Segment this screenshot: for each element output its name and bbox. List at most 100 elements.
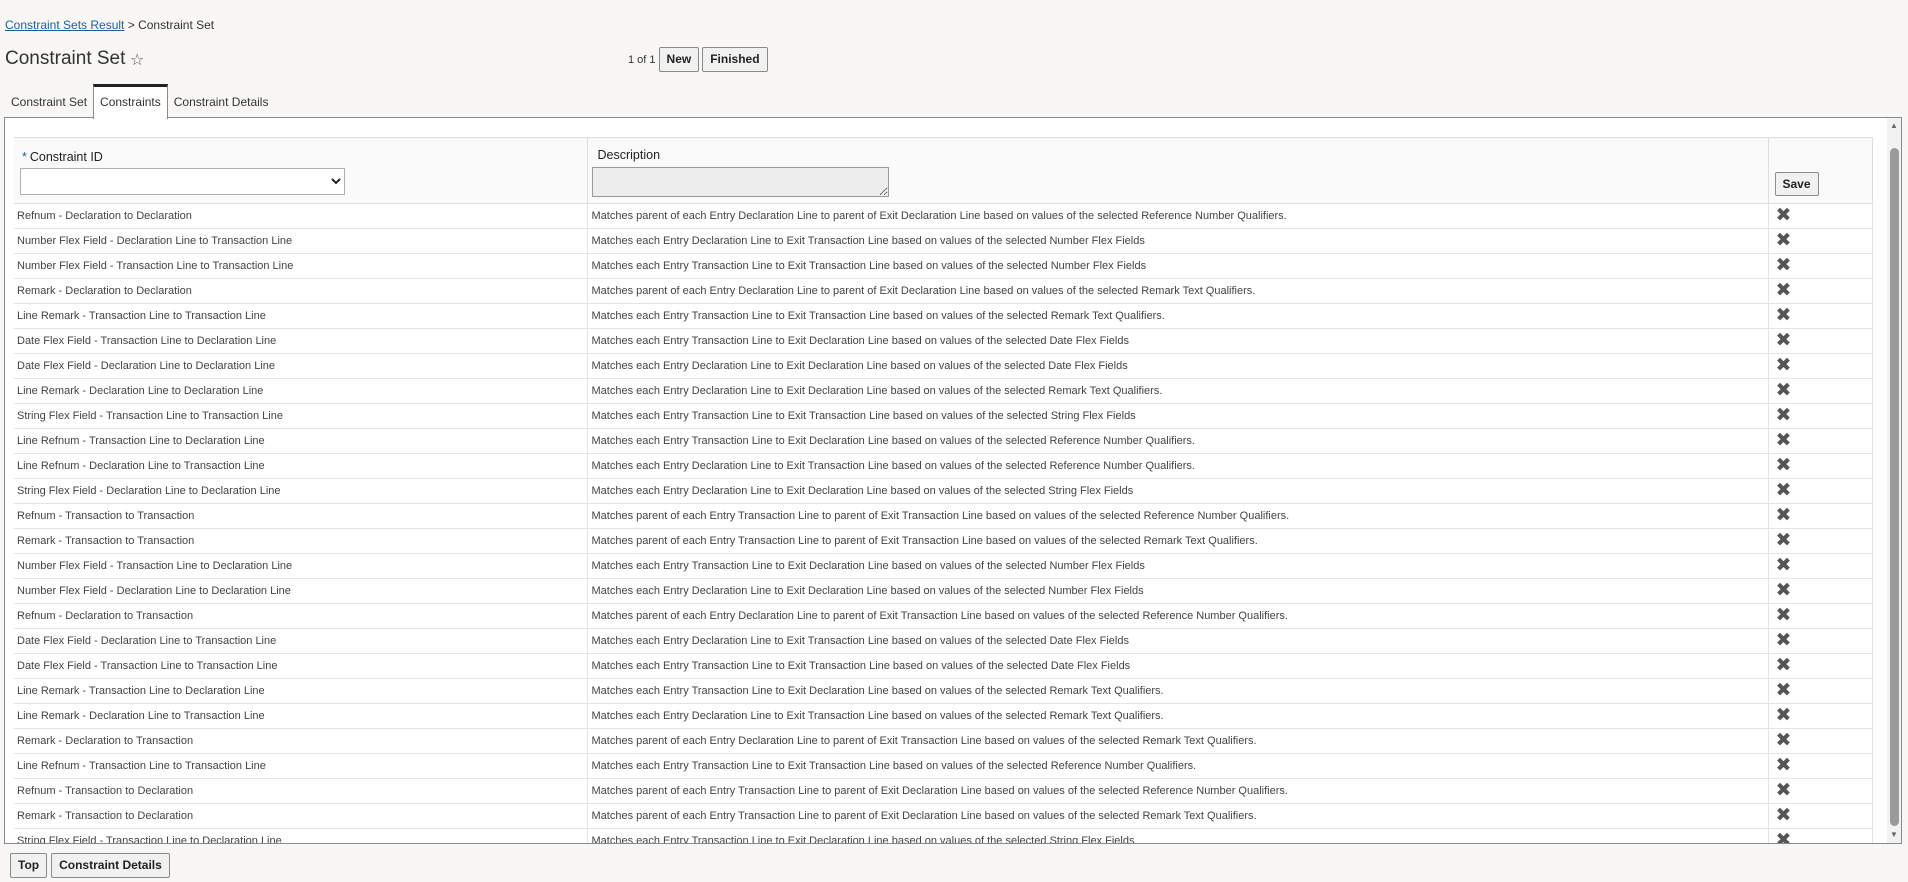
description-cell: Matches each Entry Declaration Line to E… [587, 353, 1769, 379]
constraints-table: * Constraint ID Description Save Refnum … [14, 137, 1873, 844]
close-icon[interactable]: ✖ [1776, 631, 1792, 651]
table-row: Refnum - Transaction to Declaration Match… [14, 778, 1873, 804]
constraints-table-body: Refnum - Declaration to Declaration Match… [14, 203, 1873, 844]
constraint-id-cell: String Flex Field - Declaration Line to … [14, 478, 588, 504]
close-icon[interactable]: ✖ [1776, 431, 1792, 451]
close-icon[interactable]: ✖ [1776, 281, 1792, 301]
table-row: Number Flex Field - Transaction Line to … [14, 553, 1873, 579]
close-icon[interactable]: ✖ [1776, 381, 1792, 401]
delete-cell: ✖ [1768, 453, 1873, 479]
top-button[interactable]: Top [10, 853, 48, 878]
delete-cell: ✖ [1768, 778, 1873, 804]
close-icon[interactable]: ✖ [1776, 556, 1792, 576]
close-icon[interactable]: ✖ [1776, 331, 1792, 351]
description-cell: Matches each Entry Transaction Line to E… [587, 678, 1769, 704]
table-row: Line Remark - Transaction Line to Declar… [14, 678, 1873, 704]
table-row: Number Flex Field - Transaction Line to … [14, 253, 1873, 279]
table-row: Refnum - Declaration to Declaration Match… [14, 203, 1873, 229]
save-button[interactable]: Save [1774, 172, 1819, 196]
delete-cell: ✖ [1768, 228, 1873, 254]
table-row: Remark - Transaction to Declaration Match… [14, 803, 1873, 829]
pager: 1 of 1 New Finished [628, 47, 768, 72]
close-icon[interactable]: ✖ [1776, 506, 1792, 526]
close-icon[interactable]: ✖ [1776, 256, 1792, 276]
close-icon[interactable]: ✖ [1776, 806, 1792, 826]
close-icon[interactable]: ✖ [1776, 481, 1792, 501]
pager-count: 1 of 1 [628, 53, 656, 66]
table-row: Line Remark - Declaration Line to Transa… [14, 703, 1873, 729]
close-icon[interactable]: ✖ [1776, 356, 1792, 376]
scrollbar-thumb[interactable] [1890, 148, 1899, 826]
breadcrumb-link-constraint-sets-result[interactable]: Constraint Sets Result [5, 18, 124, 32]
close-icon[interactable]: ✖ [1776, 781, 1792, 801]
constraint-id-cell: Number Flex Field - Declaration Line to … [14, 578, 588, 604]
table-row: Refnum - Declaration to Transaction Match… [14, 603, 1873, 629]
breadcrumb: Constraint Sets Result > Constraint Set [5, 18, 214, 32]
vertical-scrollbar[interactable]: ▲ ▼ [1887, 118, 1901, 843]
constraint-id-cell: Line Remark - Transaction Line to Transa… [14, 303, 588, 329]
delete-cell: ✖ [1768, 528, 1873, 554]
description-cell: Matches each Entry Transaction Line to E… [587, 303, 1769, 329]
constraint-id-select[interactable] [20, 168, 345, 195]
close-icon[interactable]: ✖ [1776, 656, 1792, 676]
breadcrumb-current: Constraint Set [138, 18, 215, 32]
delete-cell: ✖ [1768, 728, 1873, 754]
description-textarea[interactable] [591, 167, 889, 197]
table-row: Line Remark - Declaration Line to Declar… [14, 378, 1873, 404]
close-icon[interactable]: ✖ [1776, 756, 1792, 776]
save-header: Save [1768, 137, 1873, 204]
delete-cell: ✖ [1768, 403, 1873, 429]
close-icon[interactable]: ✖ [1776, 206, 1792, 226]
description-cell: Matches each Entry Transaction Line to E… [587, 653, 1769, 679]
description-cell: Matches each Entry Transaction Line to E… [587, 753, 1769, 779]
scroll-down-icon[interactable]: ▼ [1889, 830, 1899, 840]
close-icon[interactable]: ✖ [1776, 231, 1792, 251]
description-cell: Matches parent of each Entry Declaration… [587, 728, 1769, 754]
delete-cell: ✖ [1768, 278, 1873, 304]
constraint-details-button[interactable]: Constraint Details [51, 853, 170, 878]
description-cell: Matches each Entry Declaration Line to E… [587, 578, 1769, 604]
table-row: String Flex Field - Transaction Line to … [14, 403, 1873, 429]
close-icon[interactable]: ✖ [1776, 581, 1792, 601]
close-icon[interactable]: ✖ [1776, 606, 1792, 626]
required-marker: * [22, 150, 27, 164]
constraint-id-cell: Refnum - Declaration to Declaration [14, 203, 588, 229]
delete-cell: ✖ [1768, 353, 1873, 379]
constraint-id-cell: Line Remark - Transaction Line to Declar… [14, 678, 588, 704]
table-row: Date Flex Field - Declaration Line to Tr… [14, 628, 1873, 654]
table-row: Remark - Declaration to Transaction Match… [14, 728, 1873, 754]
constraint-id-cell: Line Refnum - Transaction Line to Transa… [14, 753, 588, 779]
close-icon[interactable]: ✖ [1776, 406, 1792, 426]
close-icon[interactable]: ✖ [1776, 531, 1792, 551]
constraint-id-cell: Refnum - Transaction to Transaction [14, 503, 588, 529]
constraint-id-cell: Date Flex Field - Transaction Line to De… [14, 328, 588, 354]
tab-constraints[interactable]: Constraints [93, 84, 168, 119]
description-label: Description [597, 148, 661, 162]
delete-cell: ✖ [1768, 603, 1873, 629]
star-icon[interactable]: ☆ [130, 50, 144, 70]
table-row: Date Flex Field - Declaration Line to De… [14, 353, 1873, 379]
tab-constraint-details[interactable]: Constraint Details [168, 84, 275, 118]
description-cell: Matches parent of each Entry Declaration… [587, 203, 1769, 229]
close-icon[interactable]: ✖ [1776, 456, 1792, 476]
description-cell: Matches each Entry Transaction Line to E… [587, 403, 1769, 429]
scroll-up-icon[interactable]: ▲ [1889, 121, 1899, 131]
close-icon[interactable]: ✖ [1776, 681, 1792, 701]
tab-constraint-set[interactable]: Constraint Set [5, 84, 93, 118]
delete-cell: ✖ [1768, 703, 1873, 729]
delete-cell: ✖ [1768, 678, 1873, 704]
constraint-id-cell: Number Flex Field - Transaction Line to … [14, 553, 588, 579]
constraint-id-cell: Line Refnum - Declaration Line to Transa… [14, 453, 588, 479]
description-cell: Matches each Entry Transaction Line to E… [587, 553, 1769, 579]
close-icon[interactable]: ✖ [1776, 731, 1792, 751]
new-button[interactable]: New [658, 47, 700, 72]
description-cell: Matches parent of each Entry Transaction… [587, 778, 1769, 804]
close-icon[interactable]: ✖ [1776, 706, 1792, 726]
close-icon[interactable]: ✖ [1776, 831, 1792, 844]
description-cell: Matches each Entry Transaction Line to E… [587, 428, 1769, 454]
constraint-id-cell: Refnum - Declaration to Transaction [14, 603, 588, 629]
description-cell: Matches each Entry Declaration Line to E… [587, 703, 1769, 729]
delete-cell: ✖ [1768, 828, 1873, 844]
finished-button[interactable]: Finished [702, 47, 768, 72]
close-icon[interactable]: ✖ [1776, 306, 1792, 326]
